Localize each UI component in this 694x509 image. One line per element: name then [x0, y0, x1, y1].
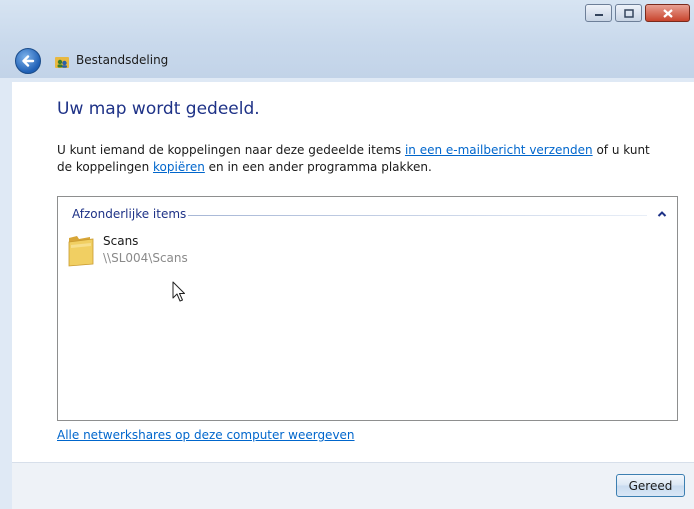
description-part1: U kunt iemand de koppelingen naar deze g… [57, 143, 405, 157]
mouse-cursor-icon [172, 281, 185, 302]
group-header: Afzonderlijke items [72, 207, 187, 221]
back-arrow-icon [22, 55, 35, 67]
title-bar: Bestandsdeling [0, 0, 694, 78]
shared-items-list[interactable]: Afzonderlijke items Scans \\SL004\Scans [57, 196, 678, 421]
window-controls [585, 4, 690, 22]
description-text: U kunt iemand de koppelingen naar deze g… [57, 142, 667, 176]
collapse-chevron-icon[interactable] [655, 207, 669, 221]
all-shares-link[interactable]: Alle netwerkshares op deze computer weer… [57, 428, 355, 442]
close-button[interactable] [645, 4, 690, 22]
item-path: \\SL004\Scans [103, 251, 188, 265]
window-title: Bestandsdeling [76, 53, 169, 67]
maximize-button[interactable] [615, 4, 642, 22]
minimize-button[interactable] [585, 4, 612, 22]
done-button[interactable]: Gereed [616, 474, 685, 497]
description-part3: en in een ander programma plakken. [204, 160, 432, 174]
copy-link[interactable]: kopiëren [153, 160, 205, 174]
page-title: Uw map wordt gedeeld. [57, 99, 260, 119]
group-divider [188, 215, 647, 216]
content-area: Uw map wordt gedeeld. U kunt iemand de k… [12, 82, 694, 462]
close-icon [662, 8, 673, 18]
folder-icon [68, 236, 94, 267]
maximize-icon [623, 8, 634, 18]
email-link[interactable]: in een e-mailbericht verzenden [405, 143, 593, 157]
footer-bar: Gereed [12, 462, 694, 509]
sharing-icon [55, 57, 69, 68]
minimize-icon [594, 14, 603, 16]
item-name: Scans [103, 234, 139, 248]
back-button[interactable] [15, 48, 41, 74]
